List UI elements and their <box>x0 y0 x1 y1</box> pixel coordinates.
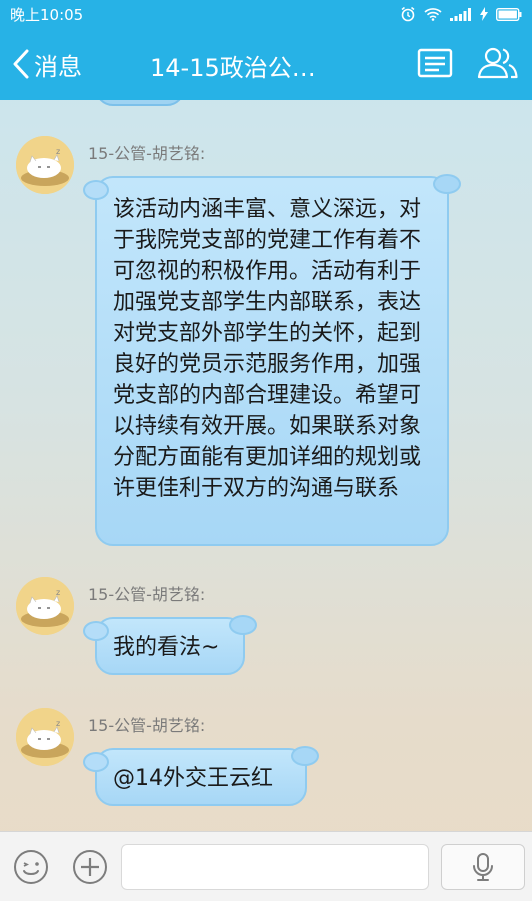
members-icon[interactable] <box>474 44 522 82</box>
status-time: 晚上10:05 <box>10 5 84 24</box>
sender-name: 15-公管-胡艺铭: <box>88 585 206 604</box>
bubble-ear-decoration <box>83 752 109 772</box>
signal-icon <box>450 7 471 21</box>
input-bar <box>0 831 532 901</box>
svg-text:z: z <box>56 147 60 156</box>
message-text: 我的看法~ <box>113 635 220 660</box>
chat-messages[interactable]: z 15-公管-胡艺铭: 该活动内涵丰富、意义深远，对于我院党支部的党建工作有着… <box>0 100 532 831</box>
cat-avatar-icon: z <box>16 136 74 194</box>
bubble-ear-decoration <box>291 746 319 766</box>
avatar[interactable]: z <box>16 708 74 766</box>
message-bubble[interactable]: 我的看法~ <box>83 615 257 675</box>
charging-icon <box>480 7 488 21</box>
cat-avatar-icon: z <box>16 708 74 766</box>
svg-text:z: z <box>56 719 60 728</box>
nav-bar: 消息 14-15政治公… <box>0 28 532 100</box>
bubble-ear-decoration <box>229 615 257 635</box>
page-title: 14-15政治公… <box>150 54 316 82</box>
group-info-icon[interactable] <box>416 44 454 82</box>
back-button[interactable]: 消息 <box>12 46 82 82</box>
cat-avatar-icon: z <box>16 577 74 635</box>
status-icons <box>400 6 522 22</box>
mic-icon <box>473 853 493 881</box>
emoji-icon[interactable] <box>12 848 50 886</box>
avatar[interactable]: z <box>16 136 74 194</box>
plus-icon[interactable] <box>71 848 109 886</box>
avatar[interactable]: z <box>16 577 74 635</box>
bubble-ear-decoration <box>83 621 109 641</box>
sender-name: 15-公管-胡艺铭: <box>88 144 206 163</box>
alarm-icon <box>401 6 415 22</box>
battery-icon <box>496 7 522 21</box>
previous-message-bubble[interactable] <box>95 100 185 106</box>
svg-text:z: z <box>56 588 60 597</box>
message-bubble[interactable]: 该活动内涵丰富、意义深远，对于我院党支部的党建工作有着不可忽视的积极作用。活动有… <box>83 174 461 546</box>
bubble-ear-decoration <box>433 174 461 194</box>
status-bar: 晚上10:05 <box>0 0 532 28</box>
message-text: 该活动内涵丰富、意义深远，对于我院党支部的党建工作有着不可忽视的积极作用。活动有… <box>113 197 422 501</box>
chevron-left-icon <box>13 49 29 79</box>
bubble-ear-decoration <box>83 180 109 200</box>
message-text: @14外交王云红 <box>113 766 273 791</box>
voice-button[interactable] <box>441 844 525 890</box>
wifi-icon <box>424 8 442 21</box>
sender-name: 15-公管-胡艺铭: <box>88 716 206 735</box>
message-input[interactable] <box>121 844 429 890</box>
message-bubble[interactable]: @14外交王云红 <box>83 746 319 806</box>
back-label: 消息 <box>34 52 82 81</box>
